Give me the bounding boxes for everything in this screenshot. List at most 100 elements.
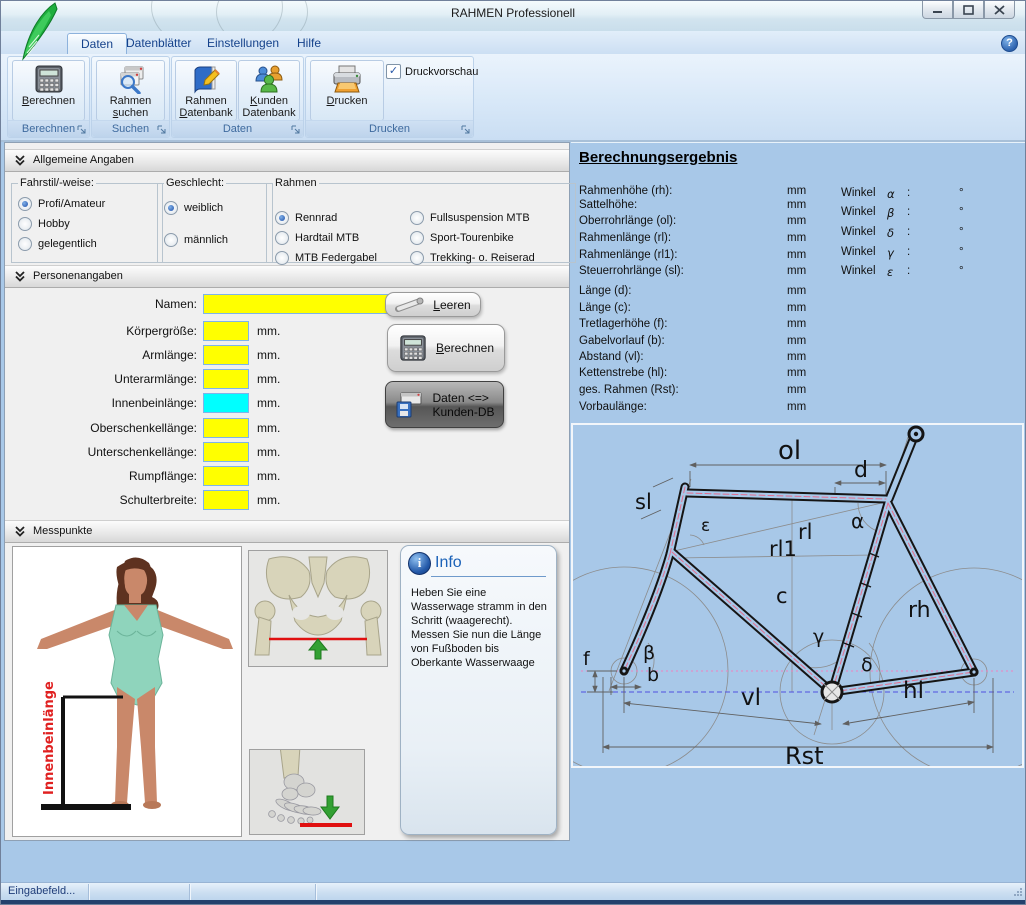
radio-dot-icon	[164, 233, 178, 247]
kunden-datenbank-button[interactable]: Kunden Datenbank	[238, 60, 300, 121]
unit-label: mm.	[257, 493, 280, 507]
tab-hilfe[interactable]: Hilfe	[284, 33, 334, 54]
degree-sign: °	[959, 206, 964, 218]
dialog-launcher-icon[interactable]	[76, 124, 87, 135]
radio-hardtail-mtb[interactable]: Hardtail MTB	[275, 231, 405, 245]
winkel-label: Winkel	[841, 206, 876, 218]
radio-dot-icon	[410, 251, 424, 265]
winkel-label: Winkel	[841, 226, 876, 238]
field-label-unterarmlaenge: Unterarmlänge:	[5, 372, 203, 386]
angle-symbol: ε	[887, 265, 893, 279]
innenbeinlaenge-label: Innenbeinlänge	[42, 681, 57, 795]
svg-text:δ: δ	[861, 654, 873, 676]
window-bottom-edge	[1, 900, 1025, 905]
armlaenge-input[interactable]	[203, 345, 249, 365]
section-header-messpunkte[interactable]: Messpunkte	[5, 520, 569, 543]
radio-hobby[interactable]: Hobby	[18, 217, 156, 231]
oberschenkellaenge-input[interactable]	[203, 418, 249, 438]
berechnen-button[interactable]: Berechnen	[12, 60, 85, 121]
radio-dot-icon	[410, 211, 424, 225]
result-unit: mm	[787, 318, 806, 330]
radio-trekking-reiserad[interactable]: Trekking- o. Reiserad	[410, 251, 558, 265]
search-frames-icon	[115, 64, 147, 94]
radio-dot-icon	[275, 231, 289, 245]
winkel-label: Winkel	[841, 187, 876, 199]
radio-sport-tourenbike[interactable]: Sport-Tourenbike	[410, 231, 558, 245]
radio-profi-amateur[interactable]: Profi/Amateur	[18, 197, 156, 211]
innenbeinlaenge-input[interactable]	[203, 393, 249, 413]
unterschenkellaenge-input[interactable]	[203, 442, 249, 462]
window-controls	[922, 1, 1015, 19]
dialog-launcher-icon[interactable]	[156, 124, 167, 135]
minimize-button[interactable]	[922, 1, 953, 19]
dialog-launcher-icon[interactable]	[290, 124, 301, 135]
section-header-personenangaben[interactable]: Personenangaben	[5, 265, 569, 288]
degree-sign: °	[959, 265, 964, 277]
dialog-launcher-icon[interactable]	[460, 124, 471, 135]
status-text: Eingabefeld...	[8, 885, 75, 897]
arrow-down-icon	[321, 796, 339, 819]
koerpergroesse-input[interactable]	[203, 321, 249, 341]
field-label-schulterbreite: Schulterbreite:	[5, 493, 203, 507]
resize-grip[interactable]	[1013, 887, 1023, 897]
help-icon[interactable]: ?	[1001, 35, 1018, 52]
ribbon-group-label-berechnen: Berechnen	[8, 120, 89, 137]
data-sync-icon	[394, 391, 424, 419]
status-bar: Eingabefeld...	[1, 882, 1025, 901]
rahmen-suchen-button[interactable]: Rahmen suchen	[96, 60, 165, 121]
rahmen-groupbox: Rahmen Rennrad Hardtail MTB MTB Federgab…	[266, 177, 576, 263]
ribbon-tab-row: Daten Datenblätter Einstellungen Hilfe ?	[1, 31, 1025, 55]
result-unit: mm	[787, 185, 806, 197]
result-unit: mm	[787, 367, 806, 379]
database-book-icon	[190, 64, 222, 94]
daten-kunden-db-button[interactable]: Daten <=>Kunden-DB	[385, 381, 504, 428]
unit-label: mm.	[257, 396, 280, 410]
result-label: Länge (c):	[579, 302, 779, 314]
degree-sign: °	[959, 246, 964, 258]
radio-gelegentlich[interactable]: gelegentlich	[18, 237, 156, 251]
schulterbreite-input[interactable]	[203, 490, 249, 510]
drucken-button[interactable]: Drucken	[310, 60, 384, 121]
namen-input[interactable]	[203, 294, 408, 314]
druckvorschau-checkbox[interactable]: ✓ Druckvorschau	[386, 64, 478, 79]
radio-dot-icon	[18, 237, 32, 251]
result-unit: mm	[787, 351, 806, 363]
app-logo-feather-icon	[15, 1, 67, 63]
result-label: Kettenstrebe (hl):	[579, 367, 779, 379]
rumpflaenge-input[interactable]	[203, 466, 249, 486]
tab-einstellungen[interactable]: Einstellungen	[194, 33, 292, 54]
winkel-label: Winkel	[841, 246, 876, 258]
maximize-icon	[963, 5, 974, 15]
radio-mtb-federgabel[interactable]: MTB Federgabel	[275, 251, 405, 265]
unit-label: mm.	[257, 324, 280, 338]
radio-maennlich[interactable]: männlich	[164, 233, 266, 247]
svg-text:β: β	[643, 642, 655, 664]
svg-text:d: d	[854, 458, 868, 483]
result-label: ges. Rahmen (Rst):	[579, 384, 779, 396]
radio-rennrad[interactable]: Rennrad	[275, 211, 405, 225]
app-window: RAHMEN Professionell Daten Datenblätter …	[0, 0, 1026, 905]
field-label-namen: Namen:	[5, 297, 203, 311]
close-button[interactable]	[984, 1, 1015, 19]
degree-sign: °	[959, 226, 964, 238]
fahrstil-groupbox: Fahrstil/-weise: Profi/Amateur Hobby gel…	[11, 177, 163, 263]
unterarmlaenge-input[interactable]	[203, 369, 249, 389]
section-header-allgemeine-angaben[interactable]: Allgemeine Angaben	[5, 149, 569, 172]
rahmen-datenbank-button[interactable]: Rahmen Datenbank	[175, 60, 237, 121]
berechnen-side-button[interactable]: Berechnen	[387, 324, 505, 372]
chevron-double-down-icon	[14, 526, 26, 537]
radio-fullsuspension-mtb[interactable]: Fullsuspension MTB	[410, 211, 558, 225]
tab-datenblaetter[interactable]: Datenblätter	[113, 33, 204, 54]
angle-symbol: β	[887, 206, 894, 220]
result-label: Abstand (vl):	[579, 351, 779, 363]
chevron-double-down-icon	[14, 271, 26, 282]
result-unit: mm	[787, 285, 806, 297]
result-unit: mm	[787, 302, 806, 314]
result-label: Rahmenlänge (rl1):	[579, 249, 779, 261]
info-title: Info	[435, 554, 462, 572]
close-icon	[994, 5, 1005, 15]
radio-weiblich[interactable]: weiblich	[164, 201, 266, 215]
customers-people-icon	[253, 64, 285, 94]
leeren-button[interactable]: Leeren	[385, 292, 481, 317]
maximize-button[interactable]	[953, 1, 984, 19]
